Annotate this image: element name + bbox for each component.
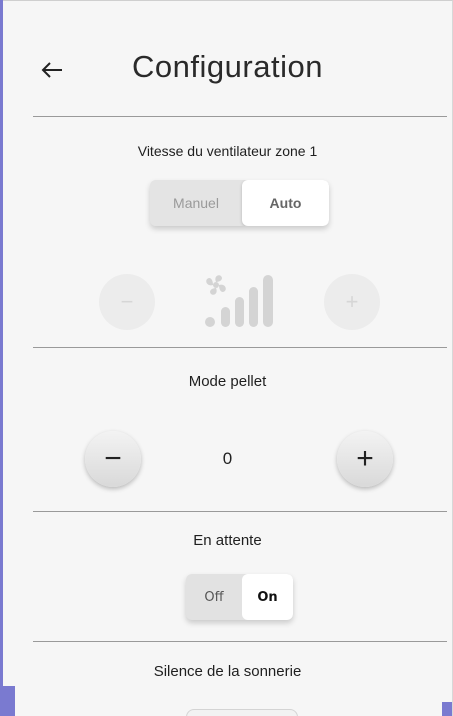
accent-corner — [3, 686, 15, 716]
plus-icon: + — [345, 289, 359, 314]
standby-label: En attente — [193, 532, 262, 549]
fan-speed-label: Vitesse du ventilateur zone 1 — [137, 143, 318, 159]
fan-speed-indicator — [201, 271, 281, 331]
divider — [33, 347, 447, 348]
ringer-silence-label: Silence de la sonnerie — [153, 663, 302, 680]
standby-on-option[interactable]: On — [242, 574, 293, 620]
fan-decrease-button[interactable]: − — [99, 274, 155, 330]
minus-icon: − — [120, 289, 134, 314]
accent-corner — [442, 702, 452, 716]
pellet-increase-button[interactable]: + — [337, 431, 393, 487]
config-panel: Configuration Vitesse du ventilateur zon… — [3, 0, 453, 716]
pellet-mode-label: Mode pellet — [188, 373, 267, 390]
divider — [33, 641, 447, 642]
standby-off-option[interactable]: Off — [186, 574, 242, 620]
fan-speed-icon — [205, 275, 273, 327]
divider — [33, 511, 447, 512]
mode-manuel-option[interactable]: Manuel — [150, 180, 242, 226]
page-title: Configuration — [132, 49, 323, 84]
fan-increase-button[interactable]: + — [324, 274, 380, 330]
plus-icon: + — [356, 442, 374, 475]
standby-toggle: Off On — [186, 574, 293, 620]
divider — [33, 116, 447, 117]
mode-auto-option[interactable]: Auto — [242, 180, 329, 226]
fan-mode-segmented: Manuel Auto — [150, 180, 329, 226]
